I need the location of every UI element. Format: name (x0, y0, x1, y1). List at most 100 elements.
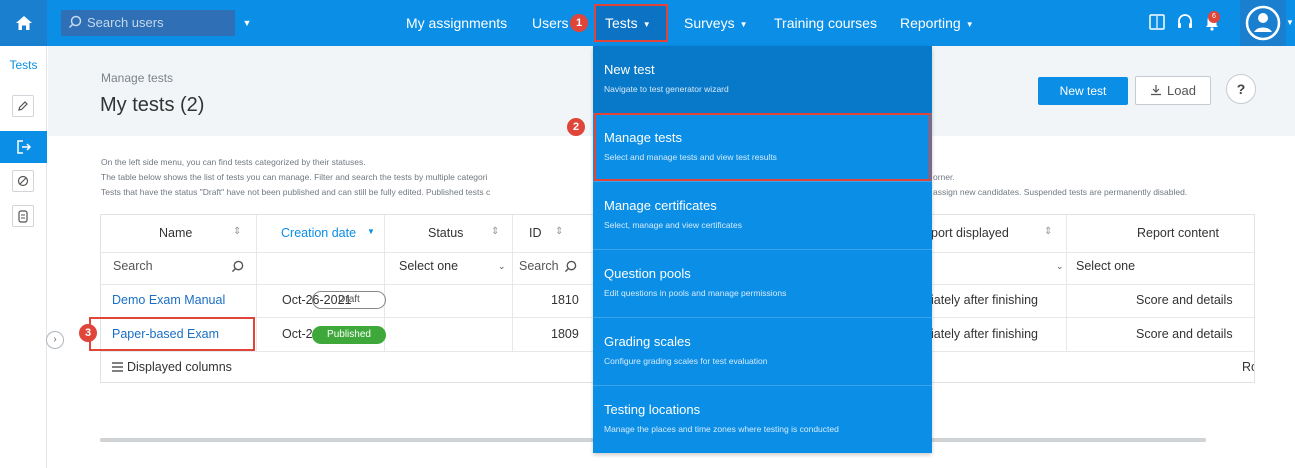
step-marker-3: 3 (79, 324, 97, 342)
menu-item-title: Question pools (604, 266, 691, 281)
user-menu[interactable] (1240, 0, 1286, 46)
notification-badge: 6 (1208, 11, 1220, 23)
sort-icon[interactable]: ⇕ (233, 226, 241, 237)
sort-icon[interactable]: ⇕ (491, 226, 499, 237)
column-header-id[interactable]: ID (529, 226, 542, 240)
user-search[interactable]: Search users ▼ (61, 10, 259, 36)
breadcrumb: Manage tests (101, 71, 174, 85)
column-divider (512, 215, 513, 351)
sidebar-item-published[interactable] (0, 131, 47, 163)
sidebar-item-suspended[interactable] (12, 170, 34, 192)
menu-item-subtitle: Configure grading scales for test evalua… (604, 356, 768, 366)
tests-sidebar: Tests (0, 46, 47, 468)
test-name-link[interactable]: Demo Exam Manual (112, 293, 225, 307)
chevron-down-icon[interactable]: ⌄ (1056, 261, 1064, 272)
chevron-down-icon: ▼ (642, 20, 651, 29)
description-line-2: The table below shows the list of tests … (101, 172, 488, 182)
nav-reporting-label: Reporting (900, 15, 961, 31)
menu-item-subtitle: Edit questions in pools and manage permi… (604, 288, 787, 298)
sidebar-item-archived[interactable] (12, 205, 34, 227)
sort-desc-icon[interactable]: ▼ (367, 227, 375, 236)
menu-item-manage-certificates[interactable]: Manage certificates Select, manage and v… (593, 182, 932, 250)
rows-per-page-label: Ro (1242, 360, 1254, 374)
nav-users[interactable]: Users (532, 0, 569, 46)
step-marker-1: 1 (570, 14, 588, 32)
search-dropdown-button[interactable]: ▼ (235, 10, 259, 36)
chevron-down-icon: ▼ (739, 20, 748, 29)
menu-item-testing-locations[interactable]: Testing locations Manage the places and … (593, 386, 932, 454)
column-divider (256, 215, 257, 351)
id-cell: 1809 (551, 327, 579, 341)
status-filter-select[interactable]: Select one (399, 259, 458, 273)
highlight-box (594, 113, 931, 181)
menu-item-question-pools[interactable]: Question pools Edit questions in pools a… (593, 250, 932, 318)
pencil-icon (18, 101, 28, 111)
nav-surveys-label: Surveys (684, 15, 735, 31)
download-icon (1151, 85, 1162, 96)
report-displayed-cell: iately after finishing (931, 293, 1039, 307)
load-button-label: Load (1167, 83, 1196, 98)
highlight-box (89, 317, 255, 351)
search-input[interactable]: Search users (87, 15, 164, 30)
list-icon (112, 362, 123, 372)
home-icon (15, 16, 32, 30)
column-header-status[interactable]: Status (428, 226, 463, 240)
search-icon (231, 260, 244, 273)
step-marker-2: 2 (567, 118, 585, 136)
archive-icon (18, 209, 28, 223)
report-content-filter-select[interactable]: Select one (1076, 259, 1135, 273)
report-displayed-cell: iately after finishing (931, 327, 1039, 341)
column-header-creation-date[interactable]: Creation date (281, 226, 356, 240)
description-line-2-end: orner. (933, 172, 955, 182)
chevron-down-icon[interactable]: ⌄ (498, 261, 506, 272)
headset-icon[interactable] (1176, 13, 1194, 31)
top-navigation-bar: Search users ▼ My assignments Users Test… (0, 0, 1295, 46)
chevron-down-icon: ▼ (965, 20, 974, 29)
sidebar-title: Tests (9, 58, 38, 72)
nav-tests[interactable]: Tests ▼ (594, 4, 668, 42)
menu-item-title: New test (604, 62, 655, 77)
description-line-3-end: assign new candidates. Suspended tests a… (933, 187, 1188, 197)
report-content-cell: Score and details (1136, 293, 1233, 307)
menu-item-title: Manage certificates (604, 198, 717, 213)
status-badge: Published (312, 326, 386, 344)
id-filter-input[interactable]: Search (519, 259, 559, 273)
chevron-down-icon[interactable]: ▼ (1286, 18, 1294, 27)
home-button[interactable] (0, 0, 47, 46)
avatar-icon (1245, 5, 1281, 41)
column-header-report-content[interactable]: Report content (1137, 226, 1219, 240)
nav-reporting[interactable]: Reporting ▼ (900, 0, 974, 46)
menu-item-title: Grading scales (604, 334, 691, 349)
menu-item-subtitle: Select, manage and view certificates (604, 220, 742, 230)
displayed-columns-button[interactable]: Displayed columns (127, 360, 232, 374)
nav-surveys[interactable]: Surveys ▼ (684, 0, 748, 46)
publish-icon (16, 140, 31, 154)
expand-sidebar-button[interactable]: › (46, 331, 64, 349)
nav-tests-label: Tests (605, 15, 638, 31)
sidebar-item-drafts[interactable] (12, 95, 34, 117)
menu-item-title: Testing locations (604, 402, 701, 417)
page-title: My tests (2) (100, 94, 205, 116)
description-line-3: Tests that have the status "Draft" have … (101, 187, 491, 197)
help-button[interactable]: ? (1226, 74, 1256, 104)
column-header-report-displayed[interactable]: port displayed (931, 226, 1009, 240)
sort-icon[interactable]: ⇕ (555, 226, 563, 237)
new-test-button[interactable]: New test (1038, 77, 1128, 105)
menu-item-new-test[interactable]: New test Navigate to test generator wiza… (593, 46, 932, 114)
status-badge: Draft (312, 291, 386, 309)
sort-icon[interactable]: ⇕ (1044, 226, 1052, 237)
nav-training-courses[interactable]: Training courses (774, 0, 877, 46)
menu-item-subtitle: Manage the places and time zones where t… (604, 424, 839, 434)
book-icon[interactable] (1148, 13, 1166, 31)
search-icon (68, 15, 82, 29)
load-button[interactable]: Load (1135, 76, 1211, 105)
menu-item-grading-scales[interactable]: Grading scales Configure grading scales … (593, 318, 932, 386)
name-filter-input[interactable]: Search (113, 259, 153, 273)
nav-my-assignments[interactable]: My assignments (406, 0, 507, 46)
column-divider (1066, 215, 1067, 351)
ban-icon (17, 175, 29, 187)
description-line-1: On the left side menu, you can find test… (101, 157, 366, 167)
tests-dropdown-menu: New test Navigate to test generator wiza… (593, 46, 932, 453)
column-header-name[interactable]: Name (159, 226, 192, 240)
id-cell: 1810 (551, 293, 579, 307)
